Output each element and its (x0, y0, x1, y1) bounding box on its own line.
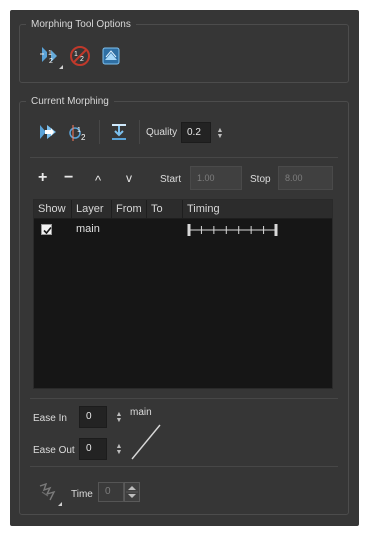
timing-tick (250, 226, 252, 234)
remove-morphing-button[interactable]: − (64, 170, 73, 186)
svg-text:2: 2 (80, 56, 84, 63)
show-hints-icon (100, 45, 122, 67)
ease-in-field[interactable]: 0 (79, 406, 107, 428)
svg-text:2: 2 (49, 58, 53, 65)
morphing-tool-properties-panel: Morphing Tool Options 1 2 1 2 Current Mo… (10, 10, 359, 526)
add-morphing-button[interactable]: + (38, 170, 47, 186)
go-to-second-morphing-button[interactable]: 1 2 (66, 119, 92, 145)
toolbar-separator (139, 120, 140, 144)
timing-tick (225, 226, 227, 234)
time-spinner[interactable] (124, 482, 140, 502)
column-header-from[interactable]: From (112, 200, 147, 219)
morphing-time-tool-button[interactable] (36, 480, 62, 506)
go-to-first-morphing-button[interactable] (35, 119, 61, 145)
ease-in-spinner[interactable]: ▲ ▼ (115, 411, 123, 424)
convert-to-drawing-button[interactable] (106, 119, 132, 145)
table-row[interactable]: main (34, 221, 332, 239)
toolbar-separator (99, 120, 100, 144)
submenu-arrow-icon (58, 502, 62, 506)
morphing-list[interactable]: Show Layer From To Timing main (33, 199, 333, 389)
ease-out-label: Ease Out (33, 445, 75, 456)
quality-label: Quality (146, 127, 178, 138)
layer-name: main (76, 223, 100, 235)
ease-curve-preview[interactable] (130, 423, 162, 461)
start-field[interactable]: 1.00 (190, 166, 242, 190)
column-header-layer[interactable]: Layer (72, 200, 112, 219)
timing-ruler[interactable] (187, 223, 279, 237)
column-header-to[interactable]: To (147, 200, 183, 219)
move-down-button[interactable]: v (126, 172, 132, 185)
svg-text:1: 1 (48, 50, 52, 57)
column-header-show[interactable]: Show (34, 200, 72, 219)
timing-tick (200, 226, 202, 234)
timing-keyframe-marker (187, 224, 191, 236)
timing-tick (213, 226, 215, 234)
ease-in-label: Ease In (33, 413, 67, 424)
time-label: Time (71, 489, 93, 500)
current-morphing-title: Current Morphing (26, 95, 114, 108)
create-morphing-button[interactable]: 1 2 (37, 43, 63, 69)
stop-field[interactable]: 8.00 (278, 166, 333, 190)
stop-label: Stop (250, 174, 271, 185)
quality-spinner[interactable]: ▲ ▼ (216, 127, 224, 140)
morphing-tool-options-title: Morphing Tool Options (26, 18, 136, 31)
svg-text:2: 2 (81, 133, 86, 142)
timing-keyframe-marker (274, 224, 278, 236)
ease-curve-label: main (130, 407, 152, 418)
show-hints-button[interactable] (98, 43, 124, 69)
convert-to-drawing-icon (108, 121, 130, 143)
morphing-tool-options-group: Morphing Tool Options 1 2 1 2 (19, 18, 349, 83)
quality-field[interactable]: 0.2 (181, 122, 211, 143)
morphing-time-icon (36, 482, 60, 507)
section-divider (30, 466, 338, 467)
svg-text:1: 1 (74, 51, 78, 58)
submenu-arrow-icon (59, 65, 63, 69)
go-to-first-morphing-icon (37, 121, 59, 143)
section-divider (30, 157, 338, 158)
column-header-timing[interactable]: Timing (183, 200, 334, 219)
timing-tick (238, 226, 240, 234)
show-checkbox[interactable] (41, 224, 52, 235)
time-field[interactable]: 0 (98, 482, 124, 502)
current-morphing-group: Current Morphing 1 2 Quality 0.2 ▲ ▼ + −… (19, 95, 349, 515)
delete-hint-icon: 1 2 (68, 44, 92, 68)
move-up-button[interactable]: ^ (95, 174, 101, 187)
ease-out-field[interactable]: 0 (79, 438, 107, 460)
morphing-list-header: Show Layer From To Timing (34, 200, 332, 219)
go-to-second-morphing-icon: 1 2 (68, 121, 90, 143)
section-divider (30, 398, 338, 399)
ease-out-spinner[interactable]: ▲ ▼ (115, 443, 123, 456)
start-label: Start (160, 174, 182, 185)
delete-hint-button[interactable]: 1 2 (67, 43, 93, 69)
timing-tick (263, 226, 265, 234)
